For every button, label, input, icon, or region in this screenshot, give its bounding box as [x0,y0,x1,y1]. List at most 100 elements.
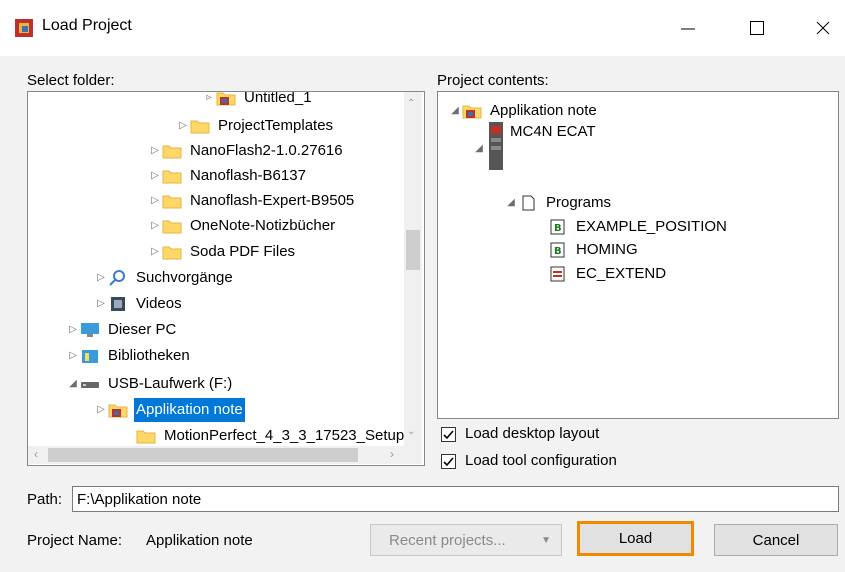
expanded-arrow-icon[interactable]: ◢ [66,372,80,396]
scroll-right-icon[interactable]: › [390,447,394,461]
scroll-corner [404,446,422,464]
folder-icon [162,143,182,159]
expanded-arrow-icon[interactable]: ◢ [504,191,518,215]
project-tree-item[interactable]: B HOMING [534,238,640,262]
folder-tree-item[interactable]: ▷ Nanoflash-B6137 [148,164,308,188]
expanded-arrow-icon[interactable]: ◢ [472,137,486,161]
collapsed-arrow-icon[interactable]: ▷ [176,114,190,138]
project-name-label: Project Name: [27,532,123,549]
project-icon [108,402,128,418]
collapsed-arrow-icon[interactable]: ▷ [66,318,80,342]
load-desktop-layout-label: Load desktop layout [465,425,600,442]
project-tree-item[interactable]: ◢ Programs [504,191,613,215]
folder-tree-label: ProjectTemplates [218,117,334,134]
folder-icon [190,118,210,134]
folder-tree-label: Soda PDF Files [190,243,296,260]
chevron-down-icon: ▼ [541,534,551,546]
load-tool-configuration-label: Load tool configuration [465,452,617,469]
collapsed-arrow-icon[interactable]: ▷ [148,189,162,213]
collapsed-arrow-icon[interactable]: ▷ [148,240,162,264]
ec-icon [548,266,568,282]
select-folder-label: Select folder: [27,72,115,89]
folder-tree-label: USB-Laufwerk (F:) [108,375,233,392]
project-tree-label: EXAMPLE_POSITION [576,218,727,235]
load-button[interactable]: Load [577,521,694,556]
folder-tree[interactable]: ▹ Untitled_1 ▷ ProjectTemplates ▷ NanoFlash2-… [27,91,425,466]
vertical-scrollbar[interactable]: ⌃ ⌄ [404,92,422,446]
minimize-button[interactable] [665,10,711,46]
pc-icon [80,322,100,338]
recent-projects-label: Recent projects... [389,531,506,549]
folder-tree-item[interactable]: ▷ ProjectTemplates [176,114,335,138]
folder-tree-item[interactable]: ▷ Bibliotheken [66,344,192,368]
basic-icon: B [548,219,568,235]
folder-tree-item[interactable]: ◢ USB-Laufwerk (F:) [66,372,234,396]
path-input[interactable]: F:\Applikation note [72,486,839,512]
project-tree-item[interactable]: EC_EXTEND [534,262,668,286]
folder-tree-item[interactable]: ▷ NanoFlash2-1.0.27616 [148,139,345,163]
folder-tree-item[interactable]: ▷ Videos [94,292,184,316]
project-contents-label: Project contents: [437,72,549,89]
recent-projects-dropdown[interactable]: Recent projects... ▼ [370,524,562,556]
folder-tree-label: Untitled_1 [244,91,312,106]
scroll-down-icon[interactable]: ⌄ [407,426,415,437]
minimize-icon [681,28,695,30]
load-desktop-layout-checkbox[interactable] [441,427,456,442]
collapsed-arrow-icon[interactable]: ▷ [148,214,162,238]
folder-tree-item[interactable]: ▷ Suchvorgänge [94,266,235,290]
folder-tree-item[interactable]: ▷ Dieser PC [66,318,178,342]
folder-icon [162,168,182,184]
folder-tree-item[interactable]: ▷ Applikation note [94,398,245,422]
controller-icon [486,122,506,170]
collapsed-arrow-icon[interactable]: ▷ [148,164,162,188]
maximize-icon [750,21,764,35]
project-tree-label: Programs [546,194,612,211]
folder-tree-label: Videos [136,295,182,312]
maximize-button[interactable] [734,10,780,46]
folder-tree-item[interactable]: ▷ Soda PDF Files [148,240,297,264]
collapsed-arrow-icon[interactable]: ▷ [94,266,108,290]
folder-tree-label: Applikation note [134,398,245,422]
window-title: Load Project [42,17,132,34]
horizontal-scrollbar[interactable]: ‹ › [28,446,404,464]
collapsed-arrow-icon[interactable]: ▹ [202,92,216,110]
collapsed-arrow-icon[interactable]: ▷ [148,139,162,163]
doc-icon [518,195,538,211]
project-tree-label: EC_EXTEND [576,265,667,282]
collapsed-arrow-icon[interactable]: ▷ [94,398,108,422]
collapsed-arrow-icon[interactable]: ▷ [94,292,108,316]
scroll-up-icon[interactable]: ⌃ [407,98,415,109]
scroll-left-icon[interactable]: ‹ [34,447,38,461]
video-icon [108,296,128,312]
close-button[interactable] [800,10,845,46]
project-tree-item[interactable]: ◢ MC4N ECAT [472,122,598,176]
svg-text:B: B [554,223,562,234]
project-name-value: Applikation note [146,532,253,549]
hscroll-thumb[interactable] [48,448,358,462]
scroll-thumb[interactable] [406,230,420,270]
cancel-button[interactable]: Cancel [714,524,838,556]
folder-tree-label: Nanoflash-Expert-B9505 [190,192,355,209]
project-contents-tree[interactable]: ◢ Applikation note ◢ MC4N ECAT ◢ Programs B EXA… [437,91,839,419]
load-tool-configuration-checkbox[interactable] [441,454,456,469]
basic-icon: B [548,242,568,258]
folder-tree-label: MotionPerfect_4_3_3_17523_Setup [164,427,405,444]
folder-tree-item[interactable]: ▷ OneNote-Notizbücher [148,214,337,238]
folder-tree-item[interactable]: ▷ Nanoflash-Expert-B9505 [148,189,356,213]
svg-text:B: B [554,246,562,257]
project-icon [216,92,236,106]
project-icon [462,103,482,119]
library-icon [80,348,100,364]
folder-tree-label: Nanoflash-B6137 [190,167,306,184]
expanded-arrow-icon[interactable]: ◢ [448,99,462,123]
search-icon [108,270,128,286]
folder-icon [162,244,182,260]
check-icon [443,457,454,467]
folder-tree-item[interactable]: MotionPerfect_4_3_3_17523_Setup [122,424,406,448]
cancel-button-label: Cancel [752,531,800,549]
project-tree-item[interactable]: ◢ Applikation note [448,99,599,123]
project-tree-item[interactable]: B EXAMPLE_POSITION [534,215,729,239]
folder-tree-item[interactable]: ▹ Untitled_1 [202,91,314,110]
collapsed-arrow-icon[interactable]: ▷ [66,344,80,368]
load-button-label: Load [618,530,653,547]
